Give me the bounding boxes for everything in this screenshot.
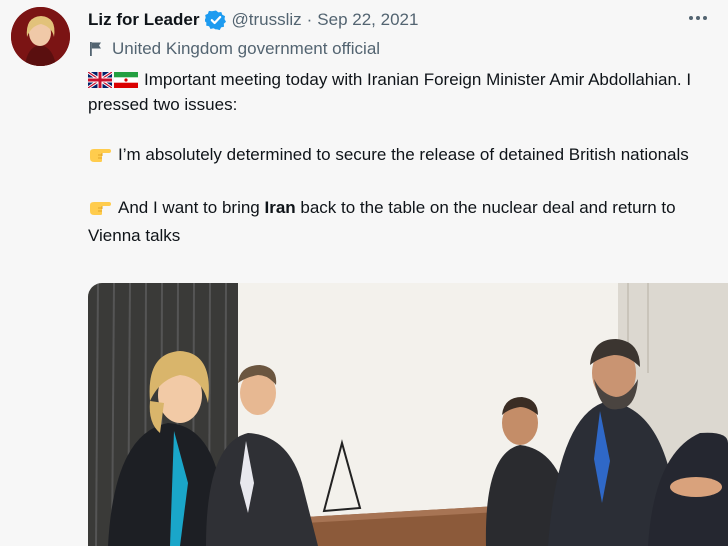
verified-badge-icon — [205, 9, 227, 31]
pointing-right-icon — [88, 145, 112, 170]
tweet-photo[interactable] — [88, 283, 728, 546]
tweet-text: Important meeting today with Iranian For… — [88, 67, 720, 248]
iran-flag-icon — [114, 72, 138, 88]
affiliation-text: United Kingdom government official — [112, 39, 381, 58]
tweet-point-1-text: I’m absolutely determined to secure the … — [118, 145, 689, 164]
more-icon[interactable] — [686, 8, 710, 28]
tweet-date[interactable]: Sep 22, 2021 — [317, 10, 418, 30]
author-handle[interactable]: @trussliz — [231, 10, 301, 30]
tweet-point-2-pre: And I want to bring — [118, 198, 265, 217]
pointing-right-icon — [88, 198, 112, 223]
tweet-point-2: And I want to bring Iran back to the tab… — [88, 195, 720, 248]
avatar[interactable] — [11, 7, 70, 66]
hashtag-link[interactable]: Iran — [264, 198, 295, 217]
author-name[interactable]: Liz for Leader — [88, 10, 199, 30]
tweet-point-1: I’m absolutely determined to secure the … — [88, 142, 720, 170]
uk-flag-icon — [88, 72, 112, 88]
tweet-header: Liz for Leader @trussliz · Sep 22, 2021 — [88, 8, 668, 32]
tweet-paragraph-intro: Important meeting today with Iranian For… — [88, 67, 720, 117]
flag-emojis — [88, 72, 138, 88]
tweet-intro-text: Important meeting today with Iranian For… — [88, 70, 692, 114]
affiliation-label: United Kingdom government official — [88, 37, 380, 61]
flag-icon — [88, 40, 104, 58]
separator-dot: · — [306, 10, 313, 29]
